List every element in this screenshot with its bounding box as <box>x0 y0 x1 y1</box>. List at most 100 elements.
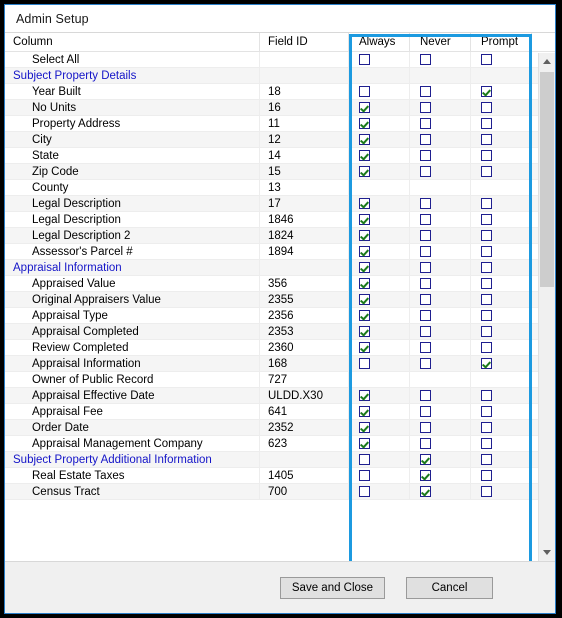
prompt-checkbox-cell[interactable] <box>471 84 532 99</box>
prompt-checkbox-cell[interactable] <box>471 292 532 307</box>
prompt-checkbox[interactable] <box>481 166 492 177</box>
always-checkbox-cell[interactable] <box>349 148 410 163</box>
always-checkbox-cell[interactable] <box>349 164 410 179</box>
prompt-checkbox-cell[interactable] <box>471 196 532 211</box>
prompt-checkbox-cell[interactable] <box>471 244 532 259</box>
prompt-checkbox[interactable] <box>481 118 492 129</box>
table-row[interactable]: Appraised Value 356 <box>5 276 555 292</box>
never-checkbox-cell[interactable] <box>410 228 471 243</box>
always-checkbox[interactable] <box>359 454 370 465</box>
prompt-checkbox[interactable] <box>481 454 492 465</box>
never-checkbox[interactable] <box>420 342 431 353</box>
group-header-row[interactable]: Subject Property Additional Information <box>5 452 555 468</box>
always-checkbox[interactable] <box>359 486 370 497</box>
never-checkbox[interactable] <box>420 214 431 225</box>
never-checkbox-cell[interactable] <box>410 308 471 323</box>
always-checkbox[interactable] <box>359 310 370 321</box>
always-checkbox-cell[interactable] <box>349 308 410 323</box>
never-checkbox-cell[interactable] <box>410 148 471 163</box>
always-checkbox[interactable] <box>359 214 370 225</box>
table-row[interactable]: Owner of Public Record 727 <box>5 372 555 388</box>
header-field-id[interactable]: Field ID <box>260 33 349 51</box>
never-checkbox-cell[interactable] <box>410 276 471 291</box>
always-checkbox[interactable] <box>359 406 370 417</box>
never-checkbox-cell[interactable] <box>410 292 471 307</box>
never-checkbox-cell[interactable] <box>410 260 471 275</box>
never-checkbox[interactable] <box>420 326 431 337</box>
table-row[interactable]: Zip Code 15 <box>5 164 555 180</box>
always-checkbox-cell[interactable] <box>349 276 410 291</box>
prompt-checkbox-cell[interactable] <box>471 324 532 339</box>
table-row[interactable]: No Units 16 <box>5 100 555 116</box>
table-row[interactable]: Order Date 2352 <box>5 420 555 436</box>
header-column[interactable]: Column <box>5 33 260 51</box>
always-checkbox-cell[interactable] <box>349 468 410 483</box>
always-checkbox[interactable] <box>359 86 370 97</box>
always-checkbox[interactable] <box>359 198 370 209</box>
always-checkbox[interactable] <box>359 118 370 129</box>
never-checkbox[interactable] <box>420 294 431 305</box>
prompt-checkbox[interactable] <box>481 326 492 337</box>
prompt-checkbox-cell[interactable] <box>471 148 532 163</box>
never-checkbox-cell[interactable] <box>410 356 471 371</box>
always-checkbox[interactable] <box>359 230 370 241</box>
prompt-checkbox-cell[interactable] <box>471 452 532 467</box>
table-row[interactable]: Appraisal Information 168 <box>5 356 555 372</box>
group-header-row[interactable]: Appraisal Information <box>5 260 555 276</box>
never-checkbox-cell[interactable] <box>410 52 471 67</box>
table-row[interactable]: Year Built 18 <box>5 84 555 100</box>
never-checkbox[interactable] <box>420 390 431 401</box>
always-checkbox-cell[interactable] <box>349 420 410 435</box>
never-checkbox-cell[interactable] <box>410 84 471 99</box>
table-row[interactable]: City 12 <box>5 132 555 148</box>
always-checkbox-cell[interactable] <box>349 212 410 227</box>
prompt-checkbox[interactable] <box>481 150 492 161</box>
always-checkbox-cell[interactable] <box>349 436 410 451</box>
table-row[interactable]: Legal Description 1846 <box>5 212 555 228</box>
always-checkbox[interactable] <box>359 278 370 289</box>
prompt-checkbox[interactable] <box>481 406 492 417</box>
prompt-checkbox-cell[interactable] <box>471 116 532 131</box>
table-row[interactable]: Appraisal Fee 641 <box>5 404 555 420</box>
prompt-checkbox[interactable] <box>481 54 492 65</box>
never-checkbox-cell[interactable] <box>410 404 471 419</box>
always-checkbox-cell[interactable] <box>349 324 410 339</box>
always-checkbox[interactable] <box>359 150 370 161</box>
prompt-checkbox[interactable] <box>481 214 492 225</box>
scroll-up-button[interactable] <box>539 53 555 70</box>
table-row[interactable]: Select All <box>5 52 555 68</box>
prompt-checkbox-cell[interactable] <box>471 276 532 291</box>
prompt-checkbox[interactable] <box>481 358 492 369</box>
always-checkbox-cell[interactable] <box>349 340 410 355</box>
never-checkbox[interactable] <box>420 54 431 65</box>
never-checkbox[interactable] <box>420 454 431 465</box>
prompt-checkbox-cell[interactable] <box>471 228 532 243</box>
prompt-checkbox-cell[interactable] <box>471 260 532 275</box>
always-checkbox-cell[interactable] <box>349 244 410 259</box>
scroll-down-button[interactable] <box>539 544 555 561</box>
never-checkbox-cell[interactable] <box>410 340 471 355</box>
always-checkbox-cell[interactable] <box>349 484 410 499</box>
table-row[interactable]: Appraisal Management Company 623 <box>5 436 555 452</box>
never-checkbox[interactable] <box>420 246 431 257</box>
always-checkbox-cell[interactable] <box>349 196 410 211</box>
prompt-checkbox[interactable] <box>481 390 492 401</box>
always-checkbox-cell[interactable] <box>349 356 410 371</box>
always-checkbox[interactable] <box>359 54 370 65</box>
prompt-checkbox-cell[interactable] <box>471 420 532 435</box>
always-checkbox[interactable] <box>359 470 370 481</box>
group-header-row[interactable]: Subject Property Details <box>5 68 555 84</box>
never-checkbox[interactable] <box>420 262 431 273</box>
table-row[interactable]: County 13 <box>5 180 555 196</box>
never-checkbox[interactable] <box>420 230 431 241</box>
prompt-checkbox[interactable] <box>481 422 492 433</box>
save-and-close-button[interactable]: Save and Close <box>280 576 385 599</box>
never-checkbox-cell[interactable] <box>410 388 471 403</box>
prompt-checkbox-cell[interactable] <box>471 484 532 499</box>
prompt-checkbox-cell[interactable] <box>471 100 532 115</box>
scrollbar-thumb[interactable] <box>540 72 554 287</box>
always-checkbox-cell[interactable] <box>349 132 410 147</box>
never-checkbox-cell[interactable] <box>410 436 471 451</box>
prompt-checkbox[interactable] <box>481 486 492 497</box>
prompt-checkbox[interactable] <box>481 470 492 481</box>
